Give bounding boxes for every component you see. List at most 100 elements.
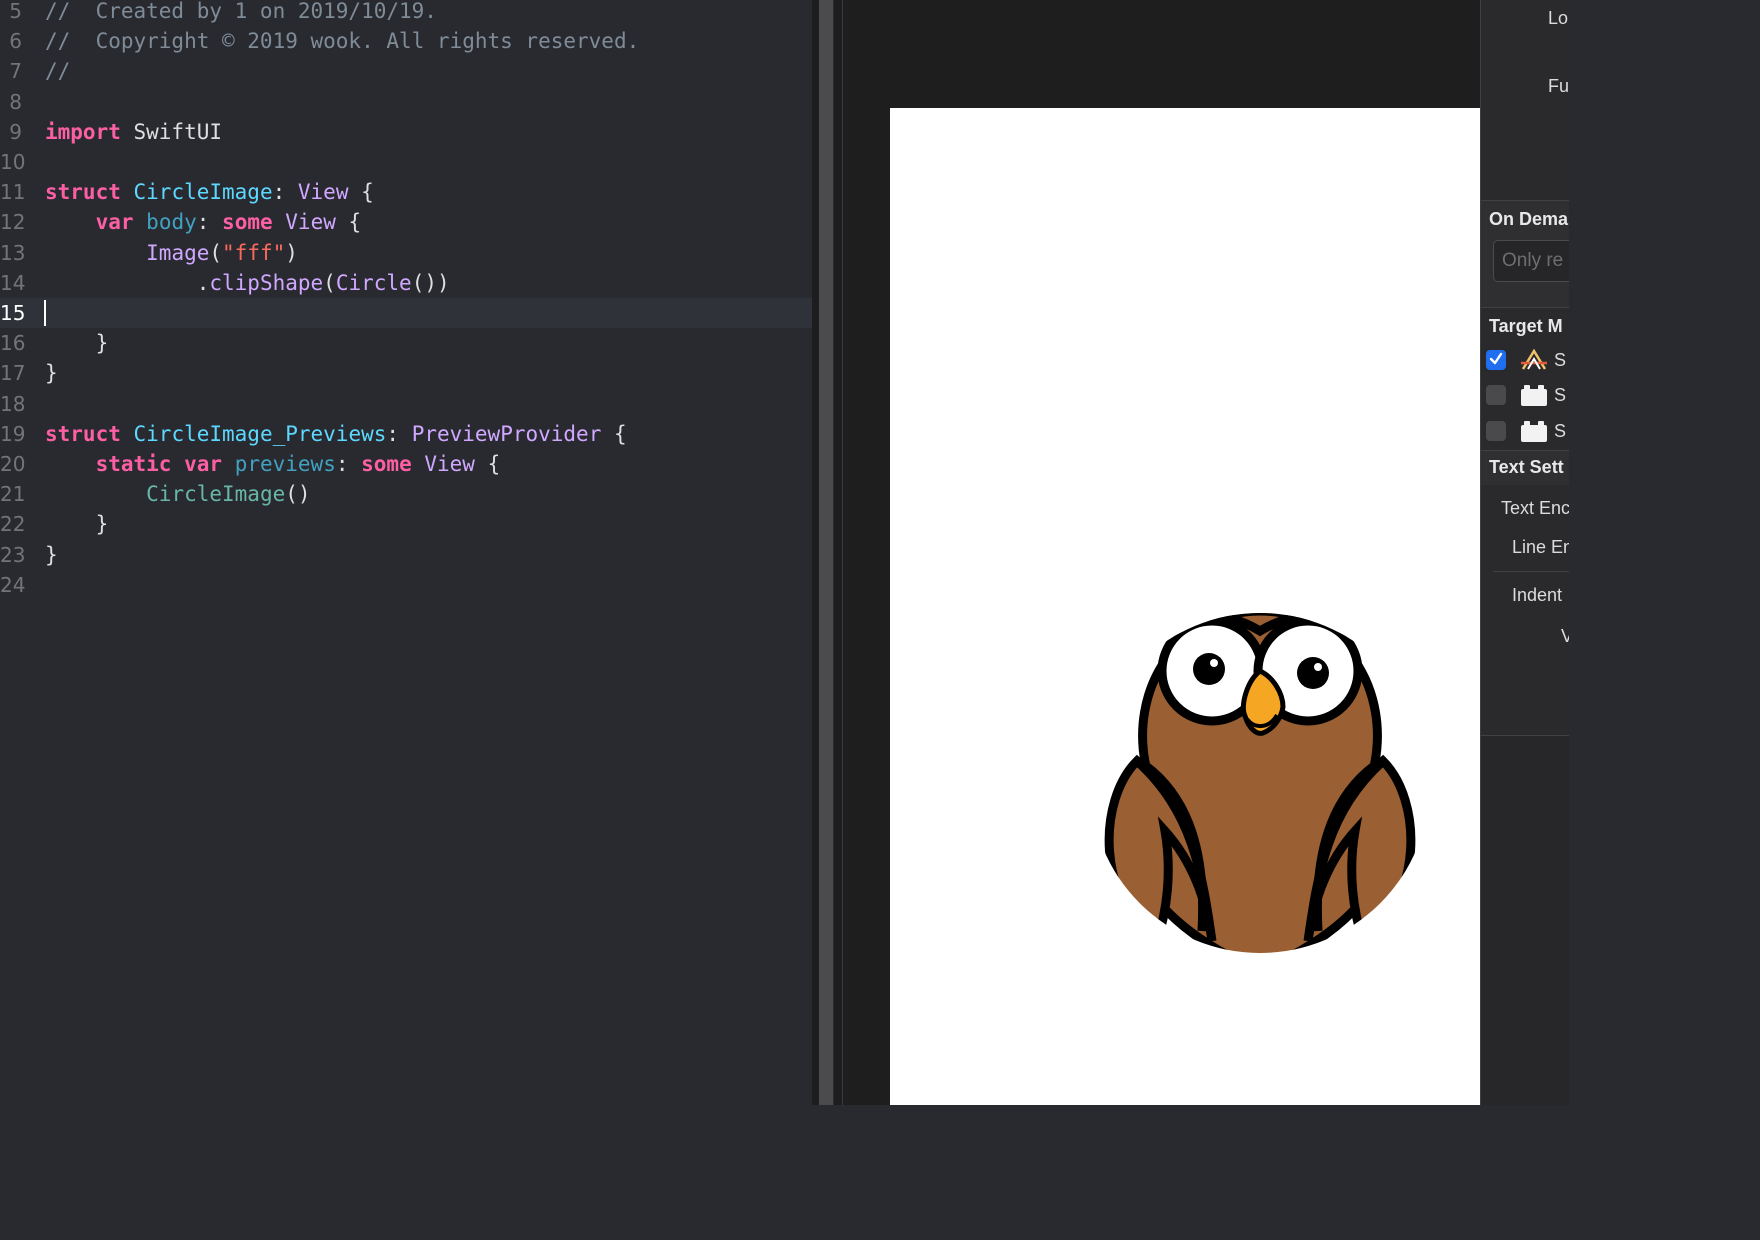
code-token: { <box>474 452 501 476</box>
code-line[interactable]: 13 Image("fff") <box>0 238 812 268</box>
code-token: struct <box>45 421 121 446</box>
resource-tags-field[interactable]: Only re <box>1493 240 1569 282</box>
code-line[interactable]: 23} <box>0 540 812 570</box>
code-token: Circle <box>335 270 412 295</box>
code-token: Image <box>146 240 210 265</box>
code-token: { <box>335 210 362 235</box>
inspector-empty-area <box>1481 735 1569 1105</box>
code-token: : <box>335 452 362 476</box>
code-text: } <box>45 358 58 388</box>
code-text: .clipShape(Circle()) <box>45 268 450 298</box>
code-token: previews <box>234 452 336 476</box>
code-text: // Copyright © 2019 wook. All rights res… <box>45 26 639 56</box>
widths-label: V <box>1561 626 1569 647</box>
line-number: 15 <box>0 301 26 325</box>
code-line[interactable]: 24 <box>0 570 812 600</box>
line-number: 21 <box>0 482 26 507</box>
code-token: ( <box>323 270 336 295</box>
text-cursor <box>44 300 46 326</box>
code-token: () <box>285 482 311 507</box>
code-token: ()) <box>411 270 450 295</box>
code-token: var <box>95 210 134 235</box>
line-endings-label: Line En <box>1512 537 1569 557</box>
code-token: : <box>272 180 298 205</box>
code-line[interactable]: 10 <box>0 147 812 177</box>
code-token: . <box>45 270 210 295</box>
line-number: 7 <box>9 59 22 84</box>
line-number: 11 <box>0 180 26 205</box>
file-inspector: Lo Fu On Dema Only re Target M S S S Tex… <box>1480 0 1569 1105</box>
code-token: } <box>45 512 109 537</box>
code-token: } <box>45 331 109 356</box>
code-token: CircleImage_Previews <box>133 421 387 446</box>
code-token: // Created by 1 on 2019/10/19. <box>45 0 437 23</box>
location-label: Lo <box>1548 8 1569 28</box>
code-token: View <box>297 180 349 205</box>
line-number: 22 <box>0 512 26 537</box>
line-number: 17 <box>0 361 26 386</box>
line-number: 9 <box>9 119 22 144</box>
line-number: 6 <box>9 29 22 54</box>
code-line[interactable]: 18 <box>0 389 812 419</box>
code-token: var <box>184 452 223 476</box>
code-text: struct CircleImage: View { <box>45 177 374 207</box>
code-line[interactable]: 14 .clipShape(Circle()) <box>0 268 812 298</box>
code-token: some <box>361 452 412 476</box>
code-line[interactable]: 11 struct CircleImage: View { <box>0 177 812 207</box>
code-token: some <box>222 210 273 235</box>
code-token: "fff" <box>222 240 286 265</box>
source-editor[interactable]: 5 // Created by 1 on 2019/10/19. 6 // Copyr… <box>0 0 812 1105</box>
code-line[interactable]: 16 } <box>0 328 812 358</box>
code-line[interactable]: 21 CircleImage() <box>0 479 812 509</box>
on-demand-title: On Dema <box>1489 209 1569 229</box>
code-text: import SwiftUI <box>45 117 222 147</box>
code-token: : <box>386 421 412 446</box>
line-number: 8 <box>9 89 22 114</box>
code-line[interactable]: 5 // Created by 1 on 2019/10/19. <box>0 0 812 26</box>
line-number: 23 <box>0 542 26 567</box>
preview-canvas[interactable] <box>842 0 1481 1105</box>
code-text: Image("fff") <box>45 238 298 268</box>
code-text: } <box>45 509 109 539</box>
owl-image <box>1104 613 1416 953</box>
target-name: S <box>1554 385 1567 405</box>
device-preview-screen <box>890 108 1480 1105</box>
code-token: // Copyright © 2019 wook. All rights res… <box>45 29 640 54</box>
target-checkbox-tests[interactable] <box>1486 385 1506 405</box>
code-text: CircleImage() <box>45 479 311 509</box>
code-line[interactable]: 6 // Copyright © 2019 wook. All rights re… <box>0 26 812 56</box>
code-text: } <box>45 540 58 570</box>
code-line[interactable]: 22 } <box>0 509 812 539</box>
line-number: 20 <box>0 452 26 476</box>
code-text: } <box>45 328 109 358</box>
code-line[interactable]: 9 import SwiftUI <box>0 117 812 147</box>
code-line[interactable]: 12 var body: some View { <box>0 207 812 237</box>
code-line[interactable]: 8 <box>0 87 812 117</box>
splitter-handle[interactable] <box>819 0 834 1105</box>
section-divider <box>1493 571 1569 572</box>
code-line[interactable]: 20 static var previews: some View { <box>0 449 812 479</box>
line-number: 18 <box>0 391 26 416</box>
target-checkbox-uitests[interactable] <box>1486 421 1506 441</box>
code-line[interactable]: 19 struct CircleImage_Previews: PreviewPr… <box>0 419 812 449</box>
line-number: 13 <box>0 240 26 265</box>
editor-canvas-splitter[interactable] <box>812 0 842 1105</box>
code-token: // <box>45 59 71 84</box>
section-divider <box>1481 307 1569 308</box>
target-checkbox-app[interactable] <box>1486 350 1506 370</box>
code-line[interactable]: 15 <box>0 298 812 328</box>
code-line[interactable]: 7 // <box>0 56 812 86</box>
code-token: View <box>424 452 475 476</box>
line-number: 19 <box>0 421 26 446</box>
code-token: ) <box>285 240 298 265</box>
code-line[interactable]: 17} <box>0 358 812 388</box>
code-token: { <box>601 421 627 446</box>
